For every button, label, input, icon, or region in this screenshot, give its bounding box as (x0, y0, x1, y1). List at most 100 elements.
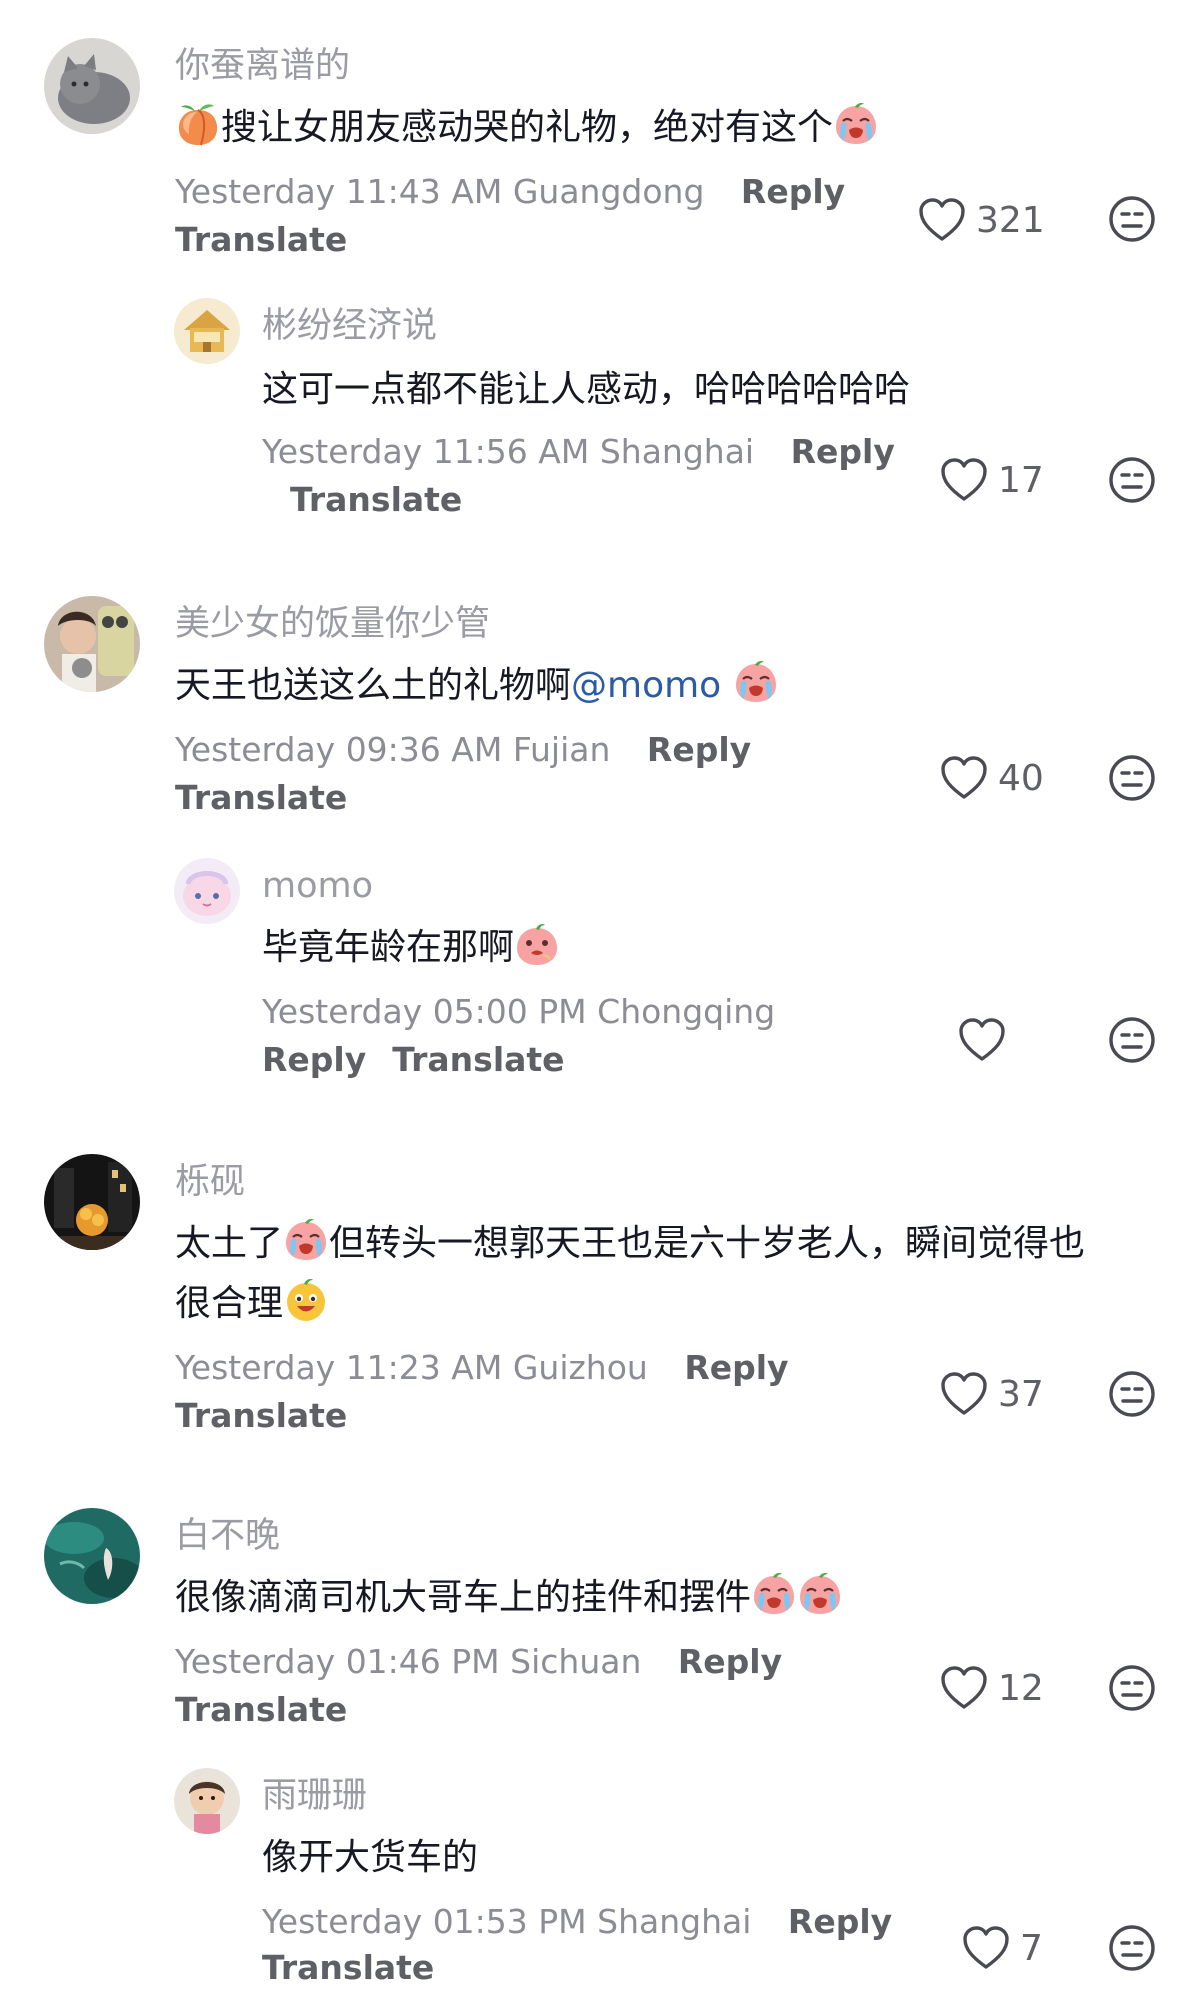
comment-meta: Yesterday 01:53 PM Shanghai Reply (262, 1898, 892, 1946)
like-button[interactable]: 12 (940, 1664, 1044, 1712)
comment-text: 这可一点都不能让人感动，哈哈哈哈哈哈 (262, 369, 911, 410)
user-avatar[interactable] (44, 1154, 140, 1250)
username[interactable]: 你蚕离谱的 (175, 46, 350, 86)
grin-emoji-icon (283, 1277, 329, 1323)
comment-text-line: 太土了 但转头一想郭天王也是六十岁老人，瞬间觉得也 (175, 1214, 1155, 1274)
comment-text: 搜让女朋友感动哭的礼物，绝对有这个 (175, 98, 879, 158)
timestamp: Yesterday 01:53 PM (262, 1902, 587, 1941)
crying-emoji-icon (797, 1571, 843, 1617)
peach-emoji-icon (175, 101, 221, 147)
comment-text: 很像滴滴司机大哥车上的挂件和摆件 (175, 1568, 843, 1628)
peach-face-emoji-icon (514, 921, 560, 967)
username[interactable]: 雨珊珊 (262, 1776, 367, 1816)
timestamp: Yesterday 09:36 AM (175, 730, 503, 769)
mention-link[interactable]: @momo (571, 665, 721, 706)
comment-text-body: 毕竟年龄在那啊 (262, 927, 515, 968)
like-count: 37 (998, 1373, 1044, 1415)
comment-text-line: 很合理 (175, 1274, 1155, 1334)
like-button[interactable]: 40 (940, 754, 1044, 802)
like-button[interactable]: 321 (918, 196, 1045, 244)
user-avatar[interactable] (44, 38, 140, 134)
comment-text-body: 很合理 (175, 1283, 284, 1324)
username[interactable]: momo (262, 866, 373, 906)
location: Guizhou (512, 1348, 648, 1387)
dislike-button[interactable] (1108, 754, 1156, 802)
heart-icon (940, 457, 988, 503)
crying-emoji-icon (733, 659, 779, 705)
dislike-button[interactable] (1108, 1924, 1156, 1972)
comment-meta: Yesterday 09:36 AM Fujian Reply (175, 726, 751, 774)
heart-icon (958, 1017, 1006, 1063)
user-avatar[interactable] (174, 298, 240, 364)
dislike-button[interactable] (1108, 195, 1156, 243)
translate-button[interactable]: Translate (290, 476, 462, 524)
reply-button[interactable]: Reply (741, 172, 845, 211)
heart-icon (962, 1925, 1010, 1971)
reply-button[interactable]: Reply (684, 1348, 788, 1387)
comment-meta: Yesterday 11:43 AM Guangdong Reply (175, 168, 845, 216)
like-count: 17 (998, 459, 1044, 501)
user-avatar[interactable] (174, 1768, 240, 1834)
like-button[interactable]: 37 (940, 1370, 1044, 1418)
comment-text-body: 太土了 (175, 1223, 284, 1264)
translate-button[interactable]: Translate (175, 1392, 347, 1440)
meh-face-icon (1108, 195, 1156, 243)
username[interactable]: 美少女的饭量你少管 (175, 604, 490, 644)
comment-text: 天王也送这么土的礼物啊@momo (175, 656, 779, 716)
heart-icon (918, 197, 966, 243)
user-avatar[interactable] (174, 858, 240, 924)
meh-face-icon (1108, 1016, 1156, 1064)
comment-meta: Yesterday 11:23 AM Guizhou Reply (175, 1344, 789, 1392)
reply-button[interactable]: Reply (788, 1902, 892, 1941)
like-count: 12 (998, 1667, 1044, 1709)
crying-emoji-icon (283, 1217, 329, 1263)
username[interactable]: 栎砚 (175, 1162, 245, 1202)
location: Shanghai (599, 432, 755, 471)
crying-emoji-icon (751, 1571, 797, 1617)
dislike-button[interactable] (1108, 1370, 1156, 1418)
dislike-button[interactable] (1108, 456, 1156, 504)
comment-text-body: 天王也送这么土的礼物啊 (175, 665, 572, 706)
comment-text-body: 很像滴滴司机大哥车上的挂件和摆件 (175, 1577, 752, 1618)
comment-text-body: 搜让女朋友感动哭的礼物，绝对有这个 (221, 107, 834, 148)
heart-icon (940, 755, 988, 801)
timestamp: Yesterday 11:56 AM (262, 432, 590, 471)
like-count: 40 (998, 757, 1044, 799)
dislike-button[interactable] (1108, 1664, 1156, 1712)
reply-button[interactable]: Reply (262, 1040, 366, 1079)
translate-button[interactable]: Translate (262, 1944, 434, 1992)
reply-button[interactable]: Reply (791, 432, 895, 471)
timestamp: Yesterday 01:46 PM (175, 1642, 500, 1681)
comment-meta: Yesterday 05:00 PM Chongqing (262, 988, 775, 1036)
comment-text: 毕竟年龄在那啊 (262, 918, 560, 978)
meh-face-icon (1108, 456, 1156, 504)
reply-button[interactable]: Reply (678, 1642, 782, 1681)
like-button[interactable]: 7 (962, 1924, 1043, 1972)
user-avatar[interactable] (44, 596, 140, 692)
username[interactable]: 白不晚 (175, 1516, 280, 1556)
timestamp: Yesterday 05:00 PM (262, 992, 587, 1031)
translate-button[interactable]: Translate (175, 774, 347, 822)
heart-icon (940, 1665, 988, 1711)
translate-button[interactable]: Translate (392, 1040, 564, 1079)
like-count: 321 (976, 199, 1045, 241)
like-button[interactable] (958, 1016, 1006, 1064)
comment-text: 像开大货车的 (262, 1837, 479, 1878)
comment-text-body: 但转头一想郭天王也是六十岁老人，瞬间觉得也 (329, 1223, 1086, 1264)
meh-face-icon (1108, 1924, 1156, 1972)
meh-face-icon (1108, 1370, 1156, 1418)
translate-button[interactable]: Translate (175, 216, 347, 264)
comment-text: 太土了 但转头一想郭天王也是六十岁老人，瞬间觉得也 很合理 (175, 1214, 1155, 1334)
heart-icon (940, 1371, 988, 1417)
user-avatar[interactable] (44, 1508, 140, 1604)
reply-button[interactable]: Reply (647, 730, 751, 769)
like-button[interactable]: 17 (940, 456, 1044, 504)
meh-face-icon (1108, 754, 1156, 802)
username[interactable]: 彬纷经济说 (262, 306, 437, 346)
comment-actions: Reply Translate (262, 1036, 565, 1084)
dislike-button[interactable] (1108, 1016, 1156, 1064)
translate-button[interactable]: Translate (175, 1686, 347, 1734)
like-count: 7 (1020, 1927, 1043, 1969)
location: Chongqing (597, 992, 776, 1031)
comment-meta: Yesterday 01:46 PM Sichuan Reply (175, 1638, 782, 1686)
